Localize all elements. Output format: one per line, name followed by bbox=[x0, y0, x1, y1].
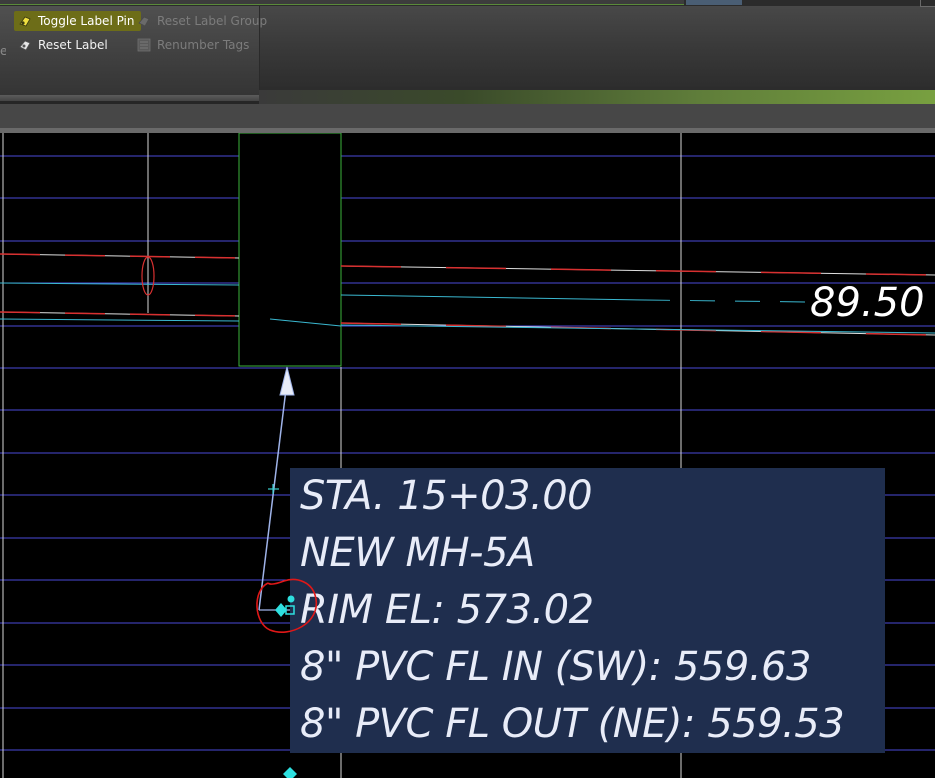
reset-label-group-icon bbox=[137, 14, 151, 28]
reset-label-group-label: Reset Label Group bbox=[157, 14, 268, 28]
label-flowline-out: 8" PVC FL OUT (NE): 559.53 bbox=[300, 701, 845, 747]
label-flowline-in: 8" PVC FL IN (SW): 559.63 bbox=[300, 644, 811, 690]
file-tab-bar bbox=[0, 104, 935, 128]
drawing-canvas[interactable]: 89.50 STA. 15+03.00 NEW MH-5A RIM EL: 57… bbox=[0, 133, 935, 778]
command-input-strip[interactable] bbox=[0, 0, 684, 5]
dimension-value[interactable]: 89.50 bbox=[810, 283, 925, 323]
reset-label-icon bbox=[18, 38, 32, 52]
reset-label-group-button[interactable]: Reset Label Group bbox=[137, 11, 267, 31]
reset-label-button[interactable]: Reset Label bbox=[18, 35, 108, 55]
ribbon-highlight-rail bbox=[259, 90, 935, 104]
toggle-label-pin-button[interactable]: Toggle Label Pin bbox=[14, 11, 141, 31]
pipe-left[interactable] bbox=[0, 253, 240, 322]
cutoff-button-label[interactable]: el bbox=[0, 44, 6, 60]
structure-outline[interactable] bbox=[238, 133, 342, 367]
toggle-label-pin-label: Toggle Label Pin bbox=[38, 14, 135, 28]
renumber-tags-button[interactable]: Renumber Tags bbox=[137, 35, 249, 55]
label-rim-elevation: RIM EL: 573.02 bbox=[300, 587, 594, 633]
ribbon: el Toggle Label Pin Reset Label bbox=[0, 0, 935, 104]
structure-label[interactable]: STA. 15+03.00 NEW MH-5A RIM EL: 573.02 8… bbox=[290, 468, 885, 753]
renumber-tags-icon bbox=[137, 38, 151, 52]
leader-arrowhead bbox=[279, 366, 295, 396]
label-leader[interactable] bbox=[258, 366, 295, 611]
reset-label-label: Reset Label bbox=[38, 38, 108, 52]
label-tools-panel: el Toggle Label Pin Reset Label bbox=[0, 6, 267, 101]
renumber-tags-label: Renumber Tags bbox=[157, 38, 250, 52]
panel-title-bar[interactable] bbox=[0, 95, 259, 101]
ribbon-top-right-block bbox=[920, 0, 935, 7]
pin-label-icon bbox=[18, 14, 32, 28]
ribbon-top-button[interactable] bbox=[686, 0, 742, 5]
label-station: STA. 15+03.00 bbox=[300, 473, 593, 519]
label-structure-name: NEW MH-5A bbox=[300, 530, 535, 576]
